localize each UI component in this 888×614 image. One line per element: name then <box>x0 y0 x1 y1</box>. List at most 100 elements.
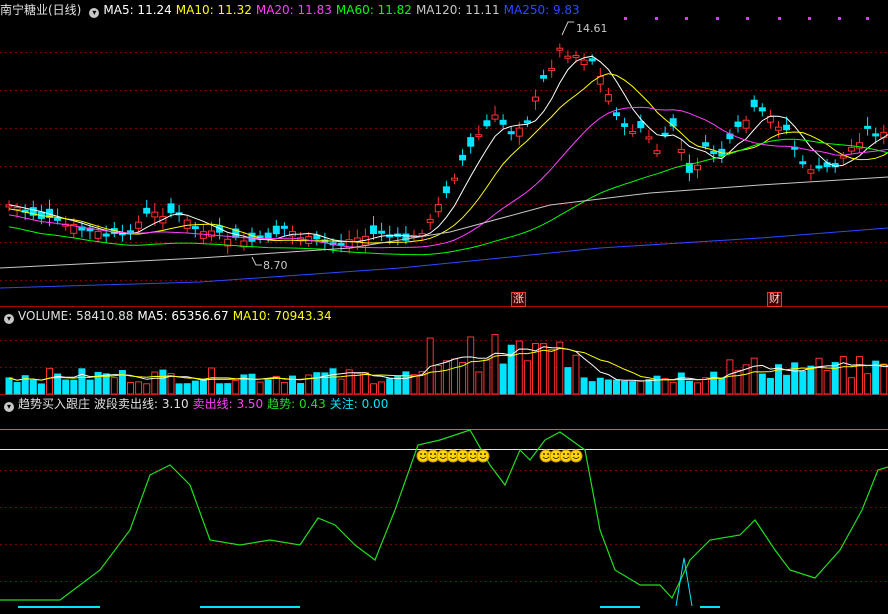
volume-bar <box>151 371 159 395</box>
candle-body <box>702 142 710 147</box>
volume-bar <box>248 373 256 395</box>
volume-bar <box>702 377 710 395</box>
volume-bar <box>613 379 620 395</box>
volume-bar <box>718 377 726 395</box>
candle-body <box>847 146 855 152</box>
candle-body <box>613 112 620 117</box>
ma-line <box>8 55 888 243</box>
volume-bar <box>807 365 815 395</box>
volume-bar <box>475 371 483 395</box>
volume-bar <box>564 367 572 395</box>
volume-bar <box>329 368 337 395</box>
volume-bar <box>143 383 151 395</box>
volume-bar <box>629 381 637 395</box>
volume-bar <box>588 381 596 395</box>
volume-bar <box>78 368 86 395</box>
volume-bar <box>378 381 386 395</box>
candle-body <box>467 137 475 147</box>
volume-bar <box>62 379 70 395</box>
rise-tag[interactable]: 涨 <box>511 292 526 307</box>
candle-body <box>637 121 645 129</box>
candle-body <box>313 234 321 240</box>
price-candles <box>5 43 888 254</box>
candle-body <box>864 125 872 129</box>
volume-bar <box>434 364 442 395</box>
moving-average-lines <box>0 55 888 289</box>
candle-body <box>839 155 847 159</box>
volume-bar <box>337 378 345 395</box>
volume-bar <box>499 363 507 395</box>
candle-body <box>451 177 458 181</box>
candle-body <box>540 75 548 79</box>
candle-body <box>588 58 596 62</box>
candle-body <box>515 127 523 137</box>
volume-bar <box>175 383 183 395</box>
volume-bar <box>264 379 272 395</box>
candle-body <box>151 211 159 218</box>
candle-body <box>491 114 499 120</box>
candle-body <box>167 203 175 213</box>
candle-body <box>13 207 21 211</box>
candle-body <box>710 150 718 155</box>
volume-bar <box>864 373 872 395</box>
price-grid <box>0 52 888 582</box>
candle-body <box>143 207 151 214</box>
volume-bar <box>710 371 718 395</box>
candle-body <box>653 150 661 155</box>
candle-body <box>750 99 758 108</box>
candle-body <box>135 221 143 229</box>
candle-body <box>183 219 191 229</box>
candle-body <box>815 165 823 169</box>
candle-body <box>523 120 531 124</box>
volume-bar <box>839 356 847 395</box>
volume-bar <box>297 383 305 395</box>
volume-bar <box>46 367 53 395</box>
volume-bar <box>370 383 377 395</box>
volume-bar <box>13 382 21 395</box>
ma-line <box>8 138 888 256</box>
volume-bar <box>694 382 701 395</box>
finance-tag[interactable]: 财 <box>767 292 782 307</box>
ma-line <box>8 73 888 244</box>
high-price-label: 14.61 <box>576 22 608 35</box>
volume-bar <box>661 378 669 395</box>
volume-bar <box>758 373 766 395</box>
volume-bar <box>872 360 880 395</box>
volume-bar <box>847 377 855 395</box>
volume-bar <box>799 370 807 395</box>
volume-bar <box>110 377 118 395</box>
volume-bar <box>159 369 167 395</box>
candle-body <box>434 203 442 213</box>
candle-body <box>94 230 102 239</box>
volume-bar <box>451 358 458 395</box>
volume-bar <box>523 360 531 395</box>
volume-bar <box>459 362 467 395</box>
smiley-signals <box>416 449 583 463</box>
candle-body <box>775 126 782 131</box>
volume-bar <box>224 383 232 395</box>
high-annotation: 14.61 <box>561 21 608 36</box>
volume-bar <box>491 334 499 395</box>
candle-body <box>742 119 750 129</box>
volume-bar <box>118 370 126 395</box>
candle-body <box>604 94 612 102</box>
top-dots <box>624 17 869 20</box>
volume-bar <box>256 381 264 395</box>
candle-body <box>272 225 280 235</box>
volume-bar <box>677 372 685 395</box>
volume-bar <box>442 360 450 395</box>
candle-body <box>556 47 564 51</box>
volume-bar <box>775 364 782 395</box>
volume-bar <box>483 359 491 395</box>
volume-bar <box>216 383 224 395</box>
stock-chart[interactable]: 14.61 8.70 <box>0 0 888 614</box>
volume-bar <box>191 380 199 395</box>
volume-bar <box>280 382 288 395</box>
candle-body <box>669 118 677 127</box>
volume-bar <box>548 348 556 395</box>
volume-bar <box>208 367 215 395</box>
candle-body <box>677 148 685 154</box>
volume-bar <box>856 356 863 395</box>
candle-body <box>442 186 450 194</box>
volume-bar <box>232 379 240 395</box>
